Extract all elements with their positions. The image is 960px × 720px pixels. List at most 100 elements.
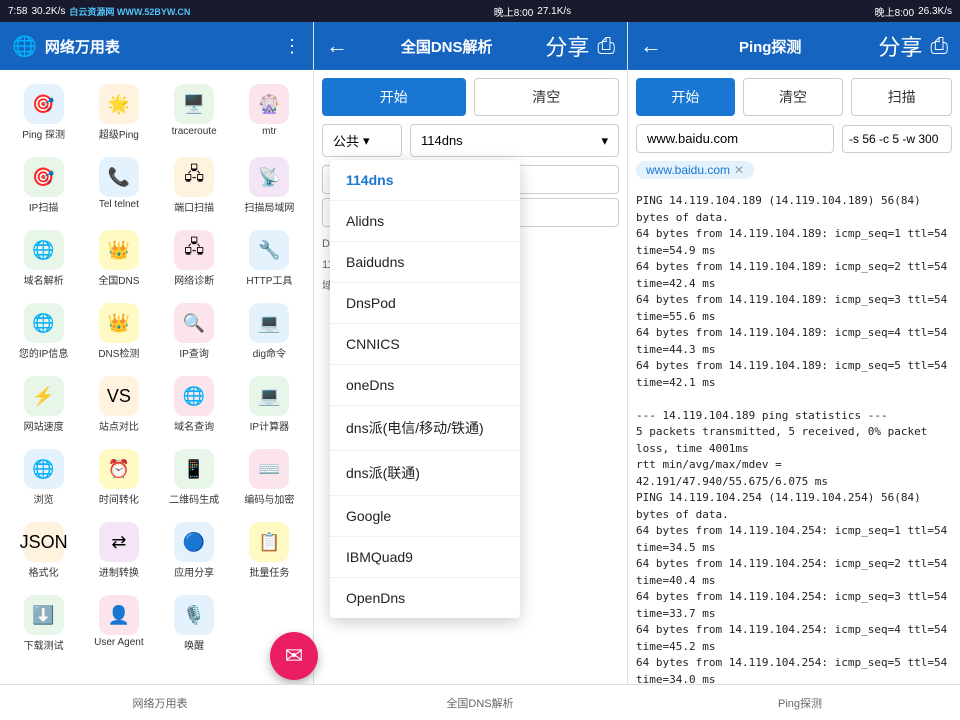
batch-label: 批量任务 xyxy=(249,564,289,579)
sidebar-item-dns[interactable]: 🌐域名解析 xyxy=(8,224,79,293)
status-bar: 7:58 30.2K/s 白云资源网 WWW.52BYW.CN 晚上8:00 2… xyxy=(0,0,960,22)
sidebar-item-share[interactable]: 🔵应用分享 xyxy=(159,516,230,585)
sidebar-item-timeconv[interactable]: ⏰时间转化 xyxy=(83,443,154,512)
speech-label: 唤醒 xyxy=(184,637,204,652)
sidebar-item-convert[interactable]: ⇄进制转换 xyxy=(83,516,154,585)
mtr-icon: 🎡 xyxy=(249,84,289,124)
ping-output-line: 64 bytes from 14.119.104.189: icmp_seq=2… xyxy=(636,259,952,292)
dns-start-button[interactable]: 开始 xyxy=(322,78,466,116)
ping-output-line: 64 bytes from 14.119.104.254: icmp_seq=1… xyxy=(636,523,952,556)
sidebar-item-digcmd[interactable]: 💻dig命令 xyxy=(234,297,305,366)
dropdown-item-IBMQuad9[interactable]: IBMQuad9 xyxy=(330,537,520,578)
ping-share-icon[interactable]: ⎙ xyxy=(930,33,948,59)
status-bar-left: 7:58 30.2K/s 白云资源网 WWW.52BYW.CN xyxy=(8,5,190,18)
ping-output-line: 64 bytes from 14.119.104.254: icmp_seq=4… xyxy=(636,622,952,655)
dropdown-item-OpenDns[interactable]: OpenDns xyxy=(330,578,520,618)
httptools-icon: 🔧 xyxy=(249,230,289,270)
mtr-label: mtr xyxy=(262,126,276,137)
sidebar-item-whois[interactable]: 🌐域名查询 xyxy=(159,370,230,439)
dns-type-value: 公共 xyxy=(333,131,359,150)
sidebar-item-qrcode[interactable]: 📱二维码生成 xyxy=(159,443,230,512)
sidebar-title: 网络万用表 xyxy=(45,36,120,57)
bottom-nav-item[interactable]: Ping探测 xyxy=(640,695,960,711)
sidebar-menu-icon[interactable]: ⋮ xyxy=(283,36,301,57)
sidebar-item-netdiag[interactable]: 🖧网络诊断 xyxy=(159,224,230,293)
bottom-nav-item[interactable]: 全国DNS解析 xyxy=(320,695,640,711)
sidebar-item-encode[interactable]: ⌨️编码与加密 xyxy=(234,443,305,512)
dropdown-item-Google[interactable]: Google xyxy=(330,496,520,537)
domainscan-icon: 📡 xyxy=(249,157,289,197)
dropdown-item-dns-----[interactable]: dns派(联通) xyxy=(330,451,520,496)
sidebar-item-ipscan[interactable]: 🎯IP扫描 xyxy=(8,151,79,220)
download-label: 下载测试 xyxy=(24,637,64,652)
sidebar-item-superping[interactable]: 🌟超级Ping xyxy=(83,78,154,147)
ping-output: PING 14.119.104.189 (14.119.104.189) 56(… xyxy=(628,185,960,720)
dropdown-item-DnsPod[interactable]: DnsPod xyxy=(330,283,520,324)
ping-output-line: 64 bytes from 14.119.104.254: icmp_seq=3… xyxy=(636,589,952,622)
sidebar-item-compare[interactable]: VS站点对比 xyxy=(83,370,154,439)
sidebar-item-alldns[interactable]: 👑全国DNS xyxy=(83,224,154,293)
dns-panel-title: 全国DNS解析 xyxy=(356,36,537,57)
dns-clear-button[interactable]: 清空 xyxy=(474,78,620,116)
speed-left: 30.2K/s xyxy=(31,6,65,17)
ping-start-button[interactable]: 开始 xyxy=(636,78,735,116)
sidebar-item-browse[interactable]: 🌐浏览 xyxy=(8,443,79,512)
timeconv-label: 时间转化 xyxy=(99,491,139,506)
sidebar-item-mtr[interactable]: 🎡 mtr xyxy=(234,78,305,147)
sidebar-item-speed[interactable]: ⚡ 网站速度 xyxy=(8,370,79,439)
ping-clear-button[interactable]: 清空 xyxy=(743,78,844,116)
ping-back-icon[interactable]: ← xyxy=(640,33,662,59)
dropdown-item-dns-----------[interactable]: dns派(电信/移动/铁通) xyxy=(330,406,520,451)
sidebar-item-ping[interactable]: 🎯Ping 探测 xyxy=(8,78,79,147)
speech-icon: 🎙️ xyxy=(174,595,214,635)
sidebar-item-speech[interactable]: 🎙️ 唤醒 xyxy=(159,589,230,658)
time-left: 7:58 xyxy=(8,6,27,17)
speed-icon: ⚡ xyxy=(24,376,64,416)
ping-scan-button[interactable]: 扫描 xyxy=(851,78,952,116)
ping-share-label[interactable]: 分享 xyxy=(878,30,922,62)
sidebar-item-json[interactable]: JSON格式化 xyxy=(8,516,79,585)
dns-share-label[interactable]: 分享 xyxy=(545,30,589,62)
bottom-nav-item[interactable]: 网络万用表 xyxy=(0,695,320,711)
dns-panel-header: ← 全国DNS解析 分享 ⎙ xyxy=(314,22,627,70)
sidebar-item-useragent[interactable]: 👤User Agent xyxy=(83,589,154,658)
sidebar-item-myip[interactable]: 🌐您的IP信息 xyxy=(8,297,79,366)
dropdown-item-Alidns[interactable]: Alidns xyxy=(330,201,520,242)
ping-input-row xyxy=(628,124,960,161)
ping-params-input[interactable] xyxy=(842,125,952,153)
dns-label: 域名解析 xyxy=(24,272,64,287)
dropdown-item-CNNICS[interactable]: CNNICS xyxy=(330,324,520,365)
sidebar-item-portscan[interactable]: 🖧端口扫描 xyxy=(159,151,230,220)
ping-tag-close-icon[interactable]: ✕ xyxy=(734,163,744,177)
dns-share-icon[interactable]: ⎙ xyxy=(597,33,615,59)
sidebar-item-batch[interactable]: 📋 批量任务 xyxy=(234,516,305,585)
sidebar-item-httptools[interactable]: 🔧HTTP工具 xyxy=(234,224,305,293)
dns-back-icon[interactable]: ← xyxy=(326,33,348,59)
sidebar-item-telnet[interactable]: 📞Tel telnet xyxy=(83,151,154,220)
speed-label: 网站速度 xyxy=(24,418,64,433)
dns-type-select[interactable]: 公共 ▾ xyxy=(322,124,402,157)
batch-icon: 📋 xyxy=(249,522,289,562)
dns-type-chevron-icon: ▾ xyxy=(363,133,370,149)
domainscan-label: 扫描局域网 xyxy=(244,199,294,214)
fab-mail-button[interactable]: ✉ xyxy=(270,632,318,680)
ping-output-line: 64 bytes from 14.119.104.254: icmp_seq=2… xyxy=(636,556,952,589)
sidebar-item-domainscan[interactable]: 📡 扫描局域网 xyxy=(234,151,305,220)
download-icon: ⬇️ xyxy=(24,595,64,635)
sidebar-item-download[interactable]: ⬇️ 下载测试 xyxy=(8,589,79,658)
portscan-icon: 🖧 xyxy=(174,157,214,197)
sidebar-item-ipquery[interactable]: 🔍IP查询 xyxy=(159,297,230,366)
sidebar-item-dnscheck[interactable]: 👑DNS检测 xyxy=(83,297,154,366)
dropdown-item-Baidudns[interactable]: Baidudns xyxy=(330,242,520,283)
ping-host-input[interactable] xyxy=(636,124,834,153)
ping-host-tag: www.baidu.com ✕ xyxy=(636,161,754,179)
sidebar-item-ipcalc[interactable]: 💻IP计算器 xyxy=(234,370,305,439)
dropdown-item-oneDns[interactable]: oneDns xyxy=(330,365,520,406)
whois-label: 域名查询 xyxy=(174,418,214,433)
convert-icon: ⇄ xyxy=(99,522,139,562)
json-icon: JSON xyxy=(24,522,64,562)
sidebar-item-traceroute[interactable]: 🖥️traceroute xyxy=(159,78,230,147)
dns-server-select[interactable]: 114dns ▾ xyxy=(410,124,619,157)
compare-icon: VS xyxy=(99,376,139,416)
dropdown-item-114dns[interactable]: 114dns xyxy=(330,160,520,201)
